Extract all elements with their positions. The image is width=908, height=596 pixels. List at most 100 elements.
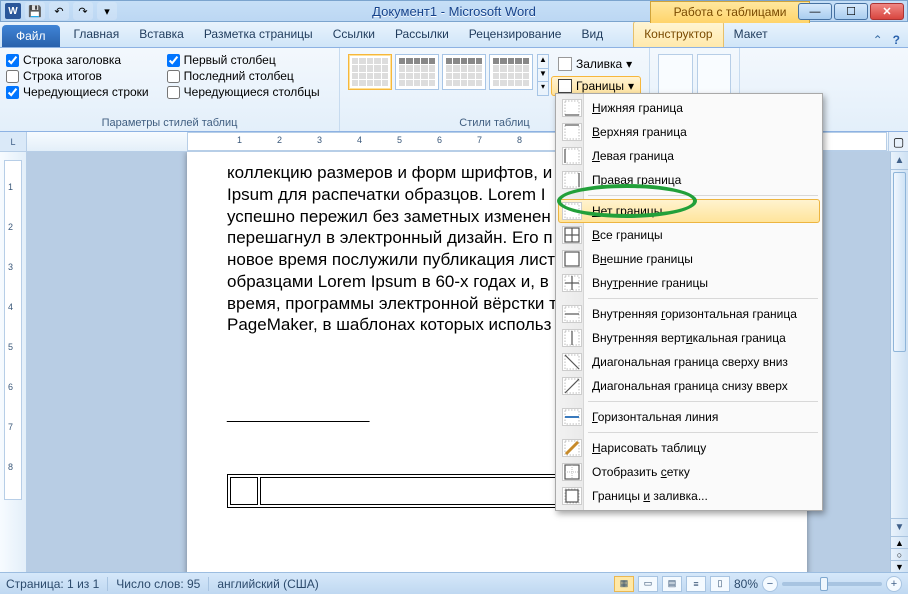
border-grid-icon [562,463,582,481]
border-left-icon [562,147,582,165]
gallery-up-button[interactable]: ▲ [538,55,548,69]
menu-item-label: Отобразить сетку [592,465,690,479]
undo-icon: ↶ [54,5,63,18]
border-menu-ivert[interactable]: Внутренняя вертикальная граница [558,326,820,350]
border-menu-diagdown[interactable]: Диагональная граница сверху вниз [558,350,820,374]
vertical-ruler[interactable]: 12345678 [0,152,27,572]
check-banded-cols[interactable]: Чередующиеся столбцы [167,84,320,100]
save-button[interactable]: 💾 [25,2,45,20]
border-menu-hline[interactable]: Горизонтальная линия [558,405,820,429]
zoom-slider-thumb[interactable] [820,577,828,591]
menu-item-label: Внутренняя вертикальная граница [592,331,786,345]
border-menu-diagup[interactable]: Диагональная граница снизу вверх [558,374,820,398]
close-button[interactable]: ✕ [870,3,904,20]
border-menu-all[interactable]: Все границы [558,223,820,247]
prev-page-button[interactable]: ▲ [891,536,908,548]
border-hline-icon [562,408,582,426]
menu-item-label: Правая граница [592,173,681,187]
borders-dropdown-menu: Нижняя границаВерхняя граница Левая грани… [555,93,823,511]
minimize-button[interactable]: — [798,3,832,20]
border-menu-left[interactable]: Левая граница [558,144,820,168]
border-menu-outside[interactable]: Внешние границы [558,247,820,271]
gallery-more-button[interactable]: ▾ [538,82,548,95]
gallery-down-button[interactable]: ▼ [538,69,548,83]
check-banded-rows[interactable]: Чередующиеся строки [6,84,149,100]
ruler-corner[interactable]: L [0,132,27,151]
menu-separator [588,401,818,402]
table-style-thumb[interactable] [348,54,392,90]
check-total-row[interactable]: Строка итогов [6,68,149,84]
next-page-button[interactable]: ▼ [891,560,908,572]
help-icon[interactable]: ? [893,33,900,47]
tab-layout[interactable]: Макет [724,22,778,47]
tab-design[interactable]: Конструктор [633,21,723,47]
border-draw-icon [562,439,582,457]
ribbon-minimize-icon[interactable]: ⌃ [873,33,883,47]
check-first-col[interactable]: Первый столбец [167,52,320,68]
table-style-thumb[interactable] [395,54,439,90]
scroll-thumb[interactable] [893,172,906,352]
language-indicator[interactable]: английский (США) [217,577,318,591]
tab-view[interactable]: Вид [571,22,613,47]
border-dialog-icon [562,487,582,505]
draft-view-button[interactable]: ▯ [710,576,730,592]
web-layout-view-button[interactable]: ▤ [662,576,682,592]
scroll-up-button[interactable]: ▲ [891,152,908,170]
border-menu-inside[interactable]: Внутренние границы [558,271,820,295]
menu-item-label: Диагональная граница снизу вверх [592,379,788,393]
tab-insert[interactable]: Вставка [129,22,194,47]
border-menu-right[interactable]: Правая граница [558,168,820,192]
undo-button[interactable]: ↶ [49,2,69,20]
border-menu-dialog[interactable]: Границы и заливка... [558,484,820,508]
shading-swatch-icon [558,57,572,71]
ruler-toggle-button[interactable]: ▢ [888,132,908,151]
tab-review[interactable]: Рецензирование [459,22,572,47]
table-style-gallery[interactable] [346,52,535,98]
ribbon-tabs: Файл Главная Вставка Разметка страницы С… [0,22,908,48]
file-tab[interactable]: Файл [2,25,60,47]
border-menu-none[interactable]: Нет границы [558,199,820,223]
tab-mailings[interactable]: Рассылки [385,22,459,47]
qat-customize-button[interactable]: ▾ [97,2,117,20]
zoom-out-button[interactable]: − [762,576,778,592]
table-style-thumb[interactable] [442,54,486,90]
tab-references[interactable]: Ссылки [323,22,385,47]
border-menu-top[interactable]: Верхняя граница [558,120,820,144]
menu-item-label: Внутренняя горизонтальная граница [592,307,797,321]
redo-button[interactable]: ↷ [73,2,93,20]
check-last-col[interactable]: Последний столбец [167,68,320,84]
chevron-down-icon: ▾ [626,57,632,71]
zoom-in-button[interactable]: + [886,576,902,592]
border-inside-icon [562,274,582,292]
shading-button[interactable]: Заливка▾ [551,54,641,74]
menu-item-label: Внутренние границы [592,276,708,290]
border-right-icon [562,171,582,189]
zoom-level[interactable]: 80% [734,577,758,591]
border-none-icon [562,202,582,220]
table-style-options-group: Строка заголовка Строка итогов Чередующи… [0,48,340,131]
border-bottom-icon [562,99,582,117]
border-menu-bottom[interactable]: Нижняя граница [558,96,820,120]
scroll-down-button[interactable]: ▼ [891,518,908,536]
border-ihoriz-icon [562,305,582,323]
table-style-thumb[interactable] [489,54,533,90]
border-menu-ihoriz[interactable]: Внутренняя горизонтальная граница [558,302,820,326]
border-menu-grid[interactable]: Отобразить сетку [558,460,820,484]
print-layout-view-button[interactable]: ▦ [614,576,634,592]
tab-pagelayout[interactable]: Разметка страницы [194,22,323,47]
maximize-button[interactable]: ☐ [834,3,868,20]
menu-separator [588,432,818,433]
tab-home[interactable]: Главная [64,22,130,47]
border-menu-draw[interactable]: Нарисовать таблицу [558,436,820,460]
word-count[interactable]: Число слов: 95 [116,577,200,591]
check-header-row[interactable]: Строка заголовка [6,52,149,68]
page-indicator[interactable]: Страница: 1 из 1 [6,577,99,591]
fullscreen-reading-view-button[interactable]: ▭ [638,576,658,592]
outline-view-button[interactable]: ≡ [686,576,706,592]
menu-item-label: Все границы [592,228,663,242]
browse-object-button[interactable]: ○ [891,548,908,560]
menu-item-label: Левая граница [592,149,674,163]
word-icon: W [5,3,21,19]
vertical-scrollbar[interactable]: ▲ ▼ ▲○▼ [890,152,908,572]
zoom-slider[interactable] [782,582,882,586]
